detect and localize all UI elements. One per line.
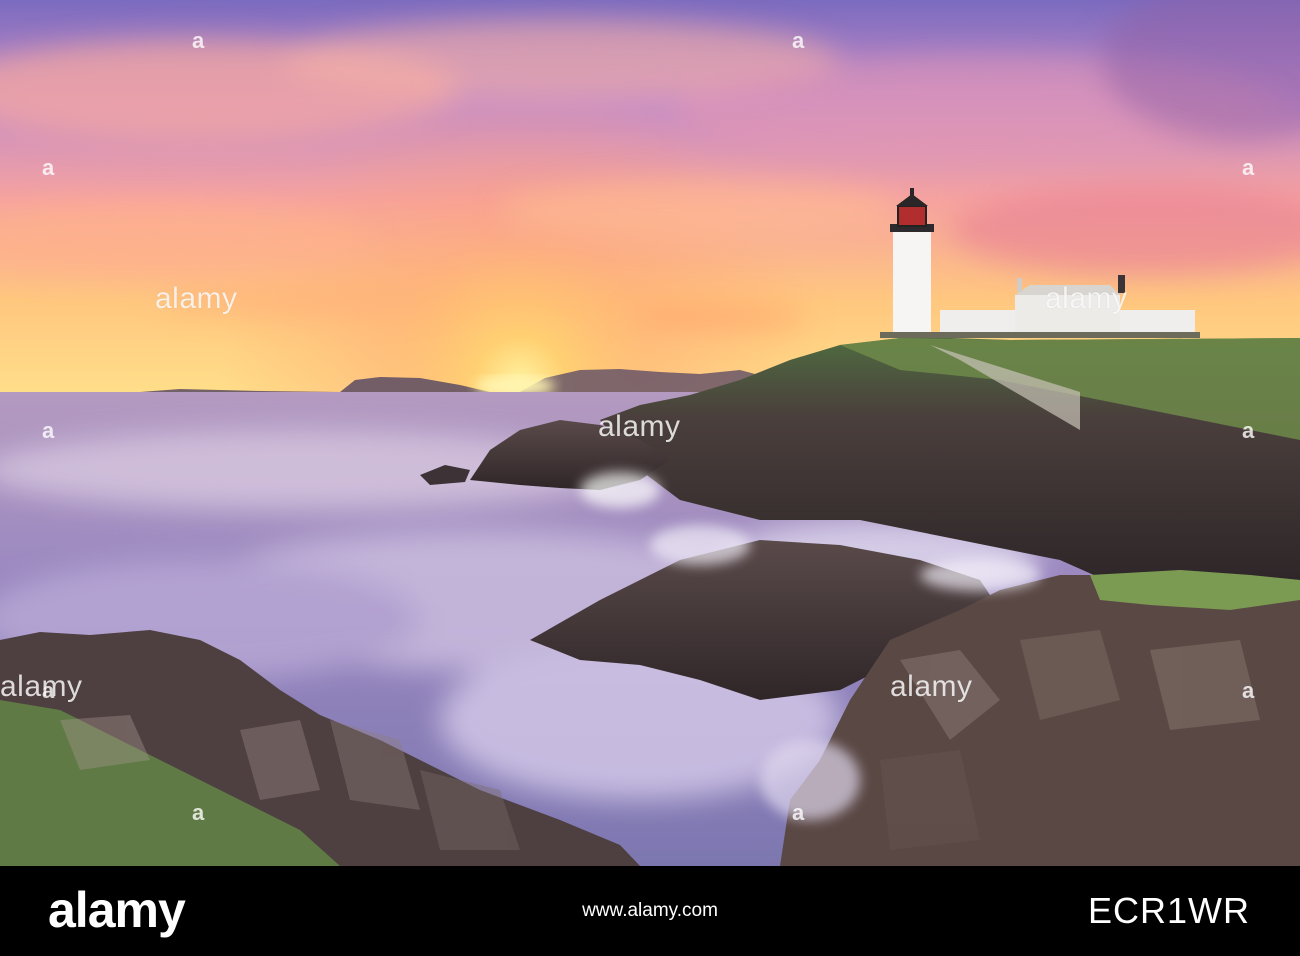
watermark-letter: a xyxy=(42,418,55,443)
watermark-letter: a xyxy=(1242,418,1255,443)
watermark-letter: a xyxy=(192,28,205,53)
watermark-word: alamy xyxy=(890,670,973,703)
footer-bar: alamy www.alamy.com ECR1WR xyxy=(0,866,1300,956)
watermark-letter: a xyxy=(192,800,205,825)
image-id: ECR1WR xyxy=(1087,890,1250,931)
photograph: a a a a a a a a a a alamy alamy alamy al… xyxy=(0,0,1300,866)
watermark-letter: a xyxy=(792,800,805,825)
brand-logo[interactable]: alamy xyxy=(48,880,186,940)
site-url[interactable]: www.alamy.com xyxy=(582,900,718,922)
watermark-letter: a xyxy=(792,28,805,53)
watermark-letter: a xyxy=(1242,678,1255,703)
watermark-word: alamy xyxy=(1045,282,1128,315)
watermark-word: alamy xyxy=(155,282,238,315)
watermark-word: alamy xyxy=(0,670,83,703)
watermark-letter: a xyxy=(42,155,55,180)
watermark-letter: a xyxy=(1242,155,1255,180)
watermark-word: alamy xyxy=(598,410,681,443)
